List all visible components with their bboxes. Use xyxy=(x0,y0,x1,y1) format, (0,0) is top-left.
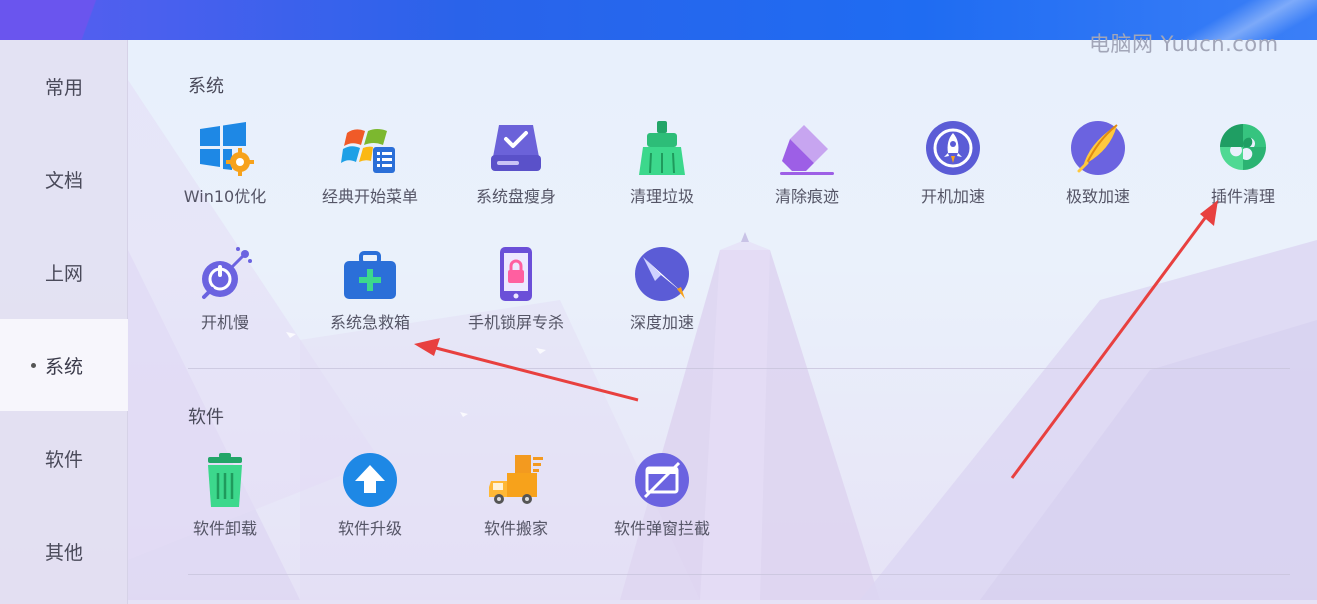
tool-extreme-speedup[interactable]: 极致加速 xyxy=(1033,118,1163,228)
sidebar-item-internet[interactable]: 上网 xyxy=(0,226,128,318)
rocket-icon xyxy=(923,118,983,178)
trash-icon xyxy=(195,450,255,510)
section-divider xyxy=(188,368,1290,369)
active-dot-icon xyxy=(31,363,36,368)
eraser-icon xyxy=(777,118,837,178)
broom-icon xyxy=(632,118,692,178)
tool-phone-lock-killer[interactable]: 手机锁屏专杀 xyxy=(451,244,581,354)
sidebar-item-system[interactable]: 系统 xyxy=(0,319,128,411)
sidebar-item-documents[interactable]: 文档 xyxy=(0,133,128,225)
sidebar-item-software[interactable]: 软件 xyxy=(0,412,128,504)
tool-win10-optimize[interactable]: Win10优化 xyxy=(160,118,290,228)
tool-label: 清理垃圾 xyxy=(629,187,694,206)
disk-check-icon xyxy=(486,118,546,178)
sidebar-item-common[interactable]: 常用 xyxy=(0,40,128,132)
tool-popup-block[interactable]: 软件弹窗拦截 xyxy=(597,450,727,560)
tool-label: 清除痕迹 xyxy=(774,187,839,206)
tool-software-move[interactable]: 软件搬家 xyxy=(451,450,581,560)
tool-clear-traces[interactable]: 清除痕迹 xyxy=(742,118,872,228)
tool-label: 软件搬家 xyxy=(483,519,548,538)
tool-classic-start-menu[interactable]: 经典开始菜单 xyxy=(305,118,435,228)
sidebar-item-label: 上网 xyxy=(44,262,83,285)
start-menu-icon xyxy=(340,118,400,178)
puzzle-icon xyxy=(1213,118,1273,178)
sidebar-item-label: 文档 xyxy=(44,169,83,192)
tool-label: 深度加速 xyxy=(629,313,694,332)
sidebar-item-label: 系统 xyxy=(44,355,83,378)
watermark-text: 电脑网 Yuucn.com xyxy=(1089,32,1279,56)
tool-system-first-aid[interactable]: 系统急救箱 xyxy=(305,244,435,354)
tool-label: 经典开始菜单 xyxy=(321,187,418,206)
tool-software-upgrade[interactable]: 软件升级 xyxy=(305,450,435,560)
section-title-software: 软件 xyxy=(188,407,224,428)
compass-icon xyxy=(632,244,692,304)
phone-lock-icon xyxy=(486,244,546,304)
tool-label: 手机锁屏专杀 xyxy=(467,313,564,332)
power-slow-icon xyxy=(195,244,255,304)
sidebar-item-label: 软件 xyxy=(44,448,83,471)
tool-label: 极致加速 xyxy=(1065,187,1130,206)
tool-label: 软件卸载 xyxy=(192,519,257,538)
tool-label: Win10优化 xyxy=(183,187,267,206)
tool-software-uninstall[interactable]: 软件卸载 xyxy=(160,450,290,560)
sidebar-item-label: 常用 xyxy=(44,76,83,99)
section-divider xyxy=(188,574,1290,575)
tool-system-disk-slim[interactable]: 系统盘瘦身 xyxy=(451,118,581,228)
tool-slow-boot[interactable]: 开机慢 xyxy=(160,244,290,354)
sidebar-item-label: 其他 xyxy=(44,541,83,564)
section-title-system: 系统 xyxy=(188,76,224,97)
upgrade-arrow-icon xyxy=(340,450,400,510)
tool-label: 系统急救箱 xyxy=(329,313,410,332)
windows-gear-icon xyxy=(195,118,255,178)
tool-boot-speedup[interactable]: 开机加速 xyxy=(888,118,1018,228)
tool-deep-speedup[interactable]: 深度加速 xyxy=(597,244,727,354)
feather-icon xyxy=(1068,118,1128,178)
tool-plugin-cleanup[interactable]: 插件清理 xyxy=(1178,118,1308,228)
tool-label: 开机加速 xyxy=(920,187,985,206)
popup-block-icon xyxy=(632,450,692,510)
tool-label: 插件清理 xyxy=(1210,187,1275,206)
tool-label: 系统盘瘦身 xyxy=(475,187,556,206)
moving-truck-icon xyxy=(486,450,546,510)
first-aid-kit-icon xyxy=(340,244,400,304)
sidebar-item-other[interactable]: 其他 xyxy=(0,505,128,597)
tool-label: 软件弹窗拦截 xyxy=(613,519,710,538)
tool-label: 开机慢 xyxy=(200,313,249,332)
category-sidebar: 常用 文档 上网 系统 软件 其他 xyxy=(0,40,128,604)
tool-clean-junk[interactable]: 清理垃圾 xyxy=(597,118,727,228)
tool-label: 软件升级 xyxy=(337,519,402,538)
